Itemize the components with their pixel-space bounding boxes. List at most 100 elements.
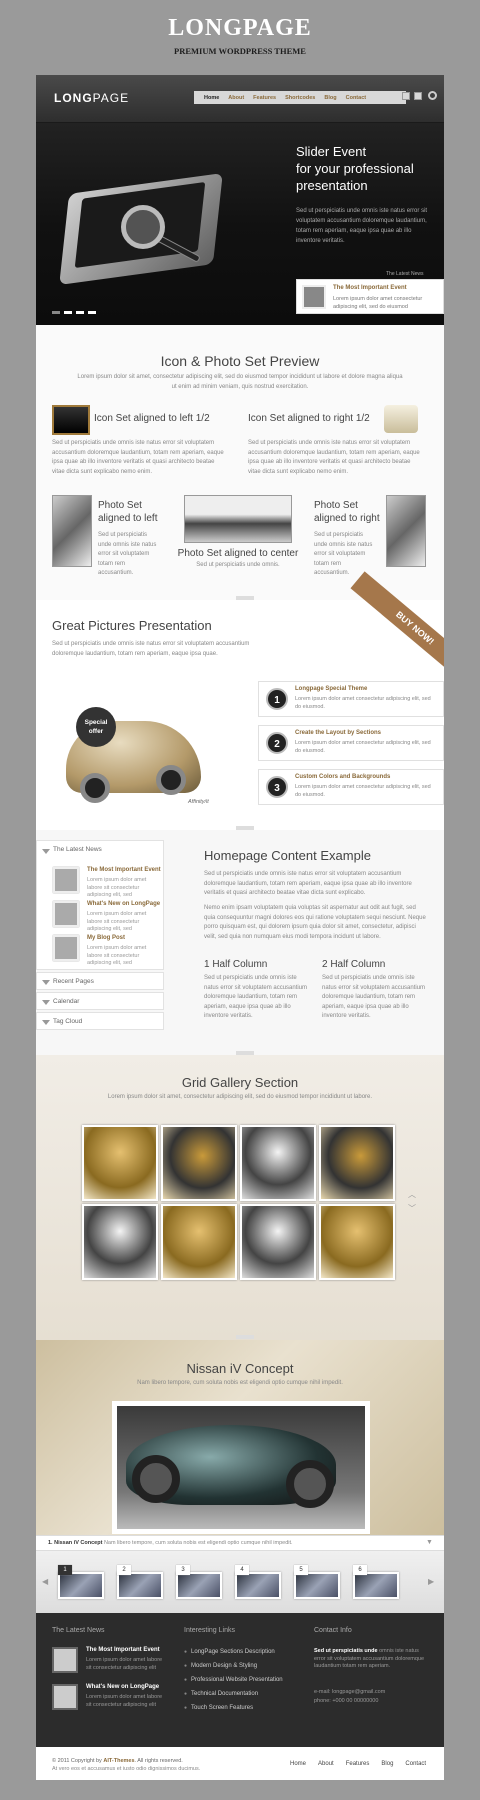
arrow-right-icon[interactable]: ▶ bbox=[428, 1577, 434, 1586]
news-thumbnail bbox=[302, 285, 326, 309]
news-excerpt: Lorem ipsum dolor amet labore sit consec… bbox=[86, 1694, 163, 1708]
news-thumbnail[interactable] bbox=[52, 1684, 78, 1710]
footer-link[interactable]: Technical Documentation bbox=[184, 1691, 258, 1697]
news-title[interactable]: The Most Important Event bbox=[86, 1647, 160, 1653]
monitor-icon bbox=[52, 405, 90, 435]
gallery-image[interactable] bbox=[82, 1204, 158, 1280]
news-title[interactable]: My Blog Post bbox=[87, 935, 125, 941]
slide-thumbnail[interactable] bbox=[294, 1572, 340, 1599]
news-excerpt: Lorem ipsum dolor amet labore sit consec… bbox=[87, 911, 147, 932]
nav-features[interactable]: Features bbox=[253, 95, 276, 101]
mountain-photo bbox=[184, 495, 292, 543]
footer-nav-contact[interactable]: Contact bbox=[405, 1761, 426, 1767]
slide-thumbnail[interactable] bbox=[235, 1572, 281, 1599]
sidebar-calendar[interactable]: Calendar bbox=[36, 992, 164, 1010]
content-paragraph: Sed ut perspiciatis unde omnis iste natu… bbox=[204, 871, 412, 896]
photo-center-text: Sed ut perspiciatis unde omnis. bbox=[196, 562, 280, 568]
caption-toggle-icon[interactable]: ▼ bbox=[426, 1539, 433, 1546]
footer-nav-about[interactable]: About bbox=[318, 1761, 334, 1767]
slide-thumbnail[interactable] bbox=[353, 1572, 399, 1599]
search-icon[interactable] bbox=[428, 91, 437, 100]
slide-number[interactable]: 2 bbox=[117, 1565, 131, 1575]
slide-number[interactable]: 1 bbox=[58, 1565, 72, 1575]
photo-right-text: Sed ut perspiciatis unde omnis iste natu… bbox=[314, 532, 373, 576]
nav-contact[interactable]: Contact bbox=[346, 95, 366, 101]
footer-link[interactable]: LongPage Sections Description bbox=[184, 1649, 275, 1655]
showcase-subtitle: PREMIUM WORDPRESS THEME bbox=[174, 46, 306, 56]
footer-nav-home[interactable]: Home bbox=[290, 1761, 306, 1767]
footer-link[interactable]: Modern Design & Styling bbox=[184, 1663, 257, 1669]
slide-thumbnail[interactable] bbox=[117, 1572, 163, 1599]
nav-about[interactable]: About bbox=[228, 95, 244, 101]
nav-blog[interactable]: Blog bbox=[324, 95, 336, 101]
gallery-image[interactable] bbox=[161, 1204, 237, 1280]
gallery-image[interactable] bbox=[319, 1125, 395, 1201]
section-intro: Sed ut perspiciatis unde omnis iste natu… bbox=[52, 641, 250, 657]
latest-news-tab[interactable]: The Latest News bbox=[386, 271, 424, 277]
icon-set-left-text: Sed ut perspiciatis unde omnis iste natu… bbox=[52, 440, 224, 475]
section-intro: Lorem ipsum dolor sit amet, consectetur … bbox=[107, 1094, 373, 1100]
half-column-text: Sed ut perspiciatis unde omnis iste natu… bbox=[322, 975, 426, 1019]
footer-nav-features[interactable]: Features bbox=[346, 1761, 370, 1767]
contact-text: Sed ut perspiciatis unde omnis iste natu… bbox=[314, 1648, 425, 1669]
magnifier-icon bbox=[121, 205, 165, 249]
news-thumbnail[interactable] bbox=[52, 1647, 78, 1673]
news-thumbnail[interactable] bbox=[53, 935, 79, 961]
brand-watermark: Affinity/it bbox=[188, 799, 209, 805]
gallery-image[interactable] bbox=[161, 1125, 237, 1201]
showcase-title: LONGPAGE bbox=[168, 15, 312, 41]
photo-left-title: Photo Set aligned to left bbox=[98, 500, 158, 524]
photo-left-text: Sed ut perspiciatis unde omnis iste natu… bbox=[98, 532, 157, 576]
section-title: Nissan iV Concept bbox=[186, 1361, 294, 1376]
telephone-icon bbox=[384, 405, 418, 433]
list-view-icon[interactable] bbox=[414, 92, 422, 100]
sidebar-recent-pages[interactable]: Recent Pages bbox=[36, 972, 164, 990]
logo[interactable]: LONGPAGE bbox=[54, 91, 129, 105]
slider-pagination[interactable] bbox=[52, 311, 96, 314]
copyright-note: At vero eos et accusamus et iusto odio d… bbox=[52, 1766, 201, 1772]
feature-item[interactable]: 1 Longpage Special Theme Lorem ipsum dolor… bbox=[258, 681, 444, 717]
footer-link[interactable]: Professional Website Presentation bbox=[184, 1677, 283, 1683]
half-column-text: Sed ut perspiciatis unde omnis iste natu… bbox=[204, 975, 308, 1019]
contact-email[interactable]: e-mail: longpage@gmail.com bbox=[314, 1689, 385, 1697]
news-title: The Most Important Event bbox=[333, 285, 407, 291]
chevron-down-icon[interactable]: ﹀ bbox=[408, 1203, 416, 1214]
icon-photo-section: Icon & Photo Set Preview Lorem ipsum dol… bbox=[36, 325, 444, 600]
sidebar-latest-news: The Latest News The Most Important Event… bbox=[36, 840, 164, 970]
section-title: Grid Gallery Section bbox=[181, 1075, 299, 1090]
news-title[interactable]: The Most Important Event bbox=[87, 867, 161, 873]
footer-link[interactable]: Touch Screen Features bbox=[184, 1705, 253, 1711]
slide-number[interactable]: 6 bbox=[353, 1565, 367, 1575]
slide-thumbnail[interactable] bbox=[58, 1572, 104, 1599]
hero-slider: LONGPAGE Home About Features Shortcodes … bbox=[36, 75, 444, 325]
footer-nav-blog[interactable]: Blog bbox=[381, 1761, 393, 1767]
nav-shortcodes[interactable]: Shortcodes bbox=[285, 95, 315, 101]
slide-number[interactable]: 4 bbox=[235, 1565, 249, 1575]
feature-item[interactable]: 3 Custom Colors and Backgrounds Lorem ipsu… bbox=[258, 769, 444, 805]
slide-number[interactable]: 5 bbox=[294, 1565, 308, 1575]
gallery-image[interactable] bbox=[240, 1125, 316, 1201]
news-title[interactable]: What's New on LongPage bbox=[86, 1684, 159, 1690]
news-thumbnail[interactable] bbox=[53, 867, 79, 893]
arrow-left-icon[interactable]: ◀ bbox=[42, 1577, 48, 1586]
sidebar-tag-cloud[interactable]: Tag Cloud bbox=[36, 1012, 164, 1030]
gallery-image[interactable] bbox=[240, 1204, 316, 1280]
news-title[interactable]: What's New on LongPage bbox=[87, 901, 160, 907]
chevron-down-icon[interactable] bbox=[42, 849, 50, 854]
gallery-image[interactable] bbox=[82, 1125, 158, 1201]
slide-thumbnail[interactable] bbox=[176, 1572, 222, 1599]
footer-nav: Home About Features Blog Contact bbox=[290, 1761, 426, 1767]
slider-news-card[interactable]: The Most Important Event Lorem ipsum dol… bbox=[296, 279, 444, 314]
nav-home[interactable]: Home bbox=[204, 95, 219, 101]
news-thumbnail[interactable] bbox=[53, 901, 79, 927]
feature-item[interactable]: 2 Create the Layout by Sections Lorem ipsu… bbox=[258, 725, 444, 761]
icon-set-right-title: Icon Set aligned to right 1/2 bbox=[248, 413, 370, 424]
special-offer-badge: Special offer bbox=[76, 707, 116, 747]
chevron-up-icon[interactable]: ︿ bbox=[408, 1189, 416, 1200]
slide-number[interactable]: 3 bbox=[176, 1565, 190, 1575]
content-title: Homepage Content Example bbox=[204, 848, 371, 863]
grid-view-icon[interactable] bbox=[402, 92, 410, 100]
slider-text: Sed ut perspiciatis unde omnis iste natu… bbox=[296, 208, 428, 244]
gallery-image[interactable] bbox=[319, 1204, 395, 1280]
icon-set-right-text: Sed ut perspiciatis unde omnis iste natu… bbox=[248, 440, 420, 475]
